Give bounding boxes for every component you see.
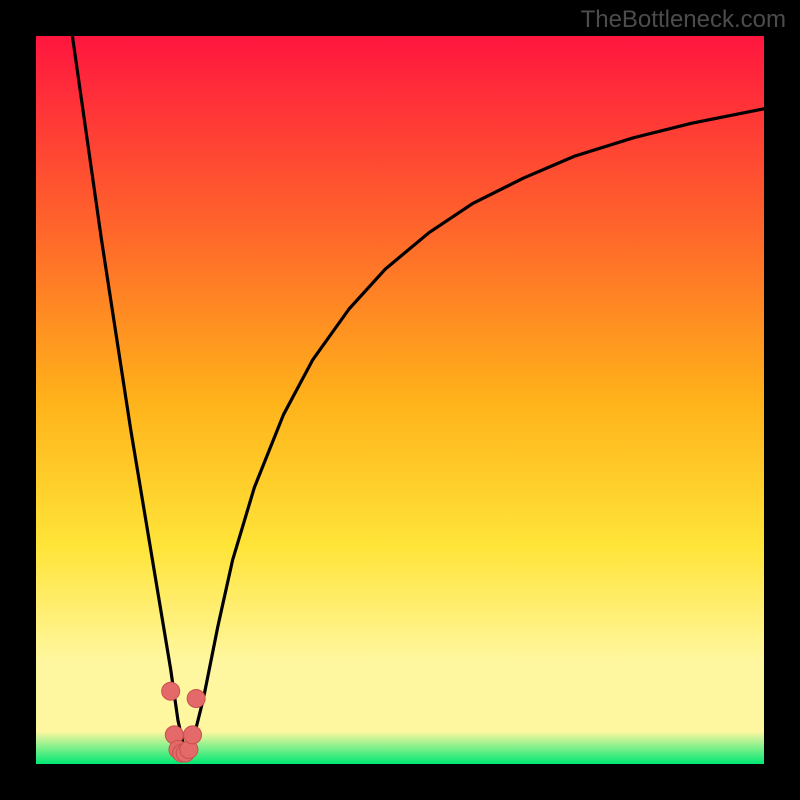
gradient-background [36, 36, 764, 764]
curve-marker [187, 689, 205, 707]
curve-marker [184, 726, 202, 744]
bottleneck-chart [36, 36, 764, 764]
watermark-text: TheBottleneck.com [581, 6, 786, 34]
chart-frame: TheBottleneck.com [0, 0, 800, 800]
curve-marker [162, 682, 180, 700]
